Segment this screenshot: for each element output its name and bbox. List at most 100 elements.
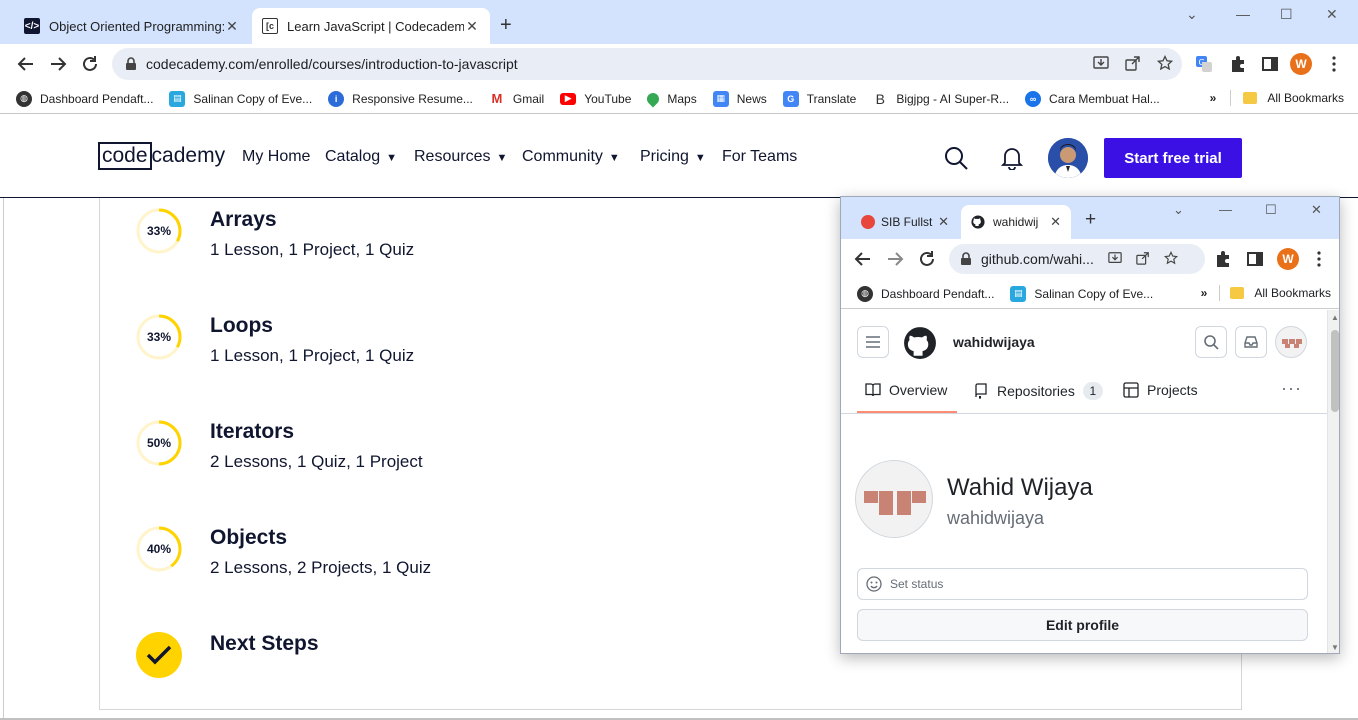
minimize-button[interactable]: — — [1219, 202, 1232, 217]
start-free-trial-button[interactable]: Start free trial — [1104, 138, 1242, 178]
scrollbar-thumb[interactable] — [1331, 330, 1339, 412]
bookmark-dashboard[interactable]: ◍ Dashboard Pendaft... — [857, 285, 994, 302]
bookmark-gmail[interactable]: M Gmail — [488, 90, 544, 107]
module-arrays[interactable]: 33% Arrays 1 Lesson, 1 Project, 1 Quiz — [136, 208, 836, 288]
nav-my-home[interactable]: My Home — [242, 148, 310, 166]
forward-button[interactable] — [46, 52, 70, 76]
inbox-button[interactable] — [1235, 326, 1267, 358]
new-tab-button[interactable]: + — [1085, 209, 1096, 231]
bookmark-dashboard[interactable]: ◍ Dashboard Pendaft... — [16, 90, 153, 107]
bookmark-cara-membuat[interactable]: ∞ Cara Membuat Hal... — [1025, 90, 1160, 107]
tab-sib-fullstack[interactable]: SIB Fullst ✕ — [851, 205, 959, 239]
bookmark-star-icon[interactable] — [1156, 54, 1174, 72]
extensions-puzzle-icon[interactable] — [1228, 54, 1248, 74]
main-tab-strip: </> Object Oriented Programming: C ✕ [c … — [0, 0, 1358, 44]
module-title[interactable]: Objects — [210, 526, 287, 550]
module-loops[interactable]: 33% Loops 1 Lesson, 1 Project, 1 Quiz — [136, 314, 836, 394]
hamburger-menu-button[interactable] — [857, 326, 889, 358]
nav-for-teams[interactable]: For Teams — [722, 148, 797, 166]
address-bar[interactable]: codecademy.com/enrolled/courses/introduc… — [112, 48, 1182, 80]
module-title[interactable]: Loops — [210, 314, 273, 338]
scroll-down-arrow-icon[interactable]: ▼ — [1331, 643, 1339, 652]
share-icon[interactable] — [1124, 54, 1142, 72]
tab-search-chevron-icon[interactable]: ⌄ — [1186, 6, 1198, 23]
tab-github-wahidwijaya[interactable]: wahidwij ✕ — [961, 205, 1071, 239]
more-bookmarks-chevron-icon[interactable]: » — [1201, 286, 1208, 300]
all-bookmarks-button[interactable]: All Bookmarks — [1267, 91, 1344, 105]
bookmark-bigjpg[interactable]: B Bigjpg - AI Super-R... — [872, 90, 1010, 107]
bookmark-salinan[interactable]: ▤ Salinan Copy of Eve... — [169, 90, 312, 107]
nav-resources[interactable]: Resources ▼ — [414, 148, 507, 166]
edit-profile-button[interactable]: Edit profile — [857, 609, 1308, 641]
close-tab-icon[interactable]: ✕ — [938, 214, 949, 230]
tab-projects[interactable]: Projects — [1123, 382, 1198, 398]
chrome-menu-icon[interactable] — [1324, 54, 1344, 74]
address-bar[interactable]: github.com/wahi... — [949, 244, 1205, 274]
bookmark-youtube[interactable]: ▶ YouTube — [560, 92, 631, 106]
new-tab-button[interactable]: + — [500, 14, 512, 37]
maximize-button[interactable]: ☐ — [1265, 202, 1277, 218]
tab-learn-javascript[interactable]: [c Learn JavaScript | Codecademy ✕ — [252, 8, 490, 44]
close-tab-icon[interactable]: ✕ — [464, 18, 480, 35]
nav-community[interactable]: Community ▼ — [522, 148, 620, 166]
module-title[interactable]: Arrays — [210, 208, 277, 232]
share-icon[interactable] — [1136, 251, 1150, 268]
tab-repositories[interactable]: Repositories 1 — [973, 382, 1103, 400]
module-title[interactable]: Iterators — [210, 420, 294, 444]
install-app-icon[interactable] — [1092, 54, 1110, 72]
popup-toolbar: github.com/wahi... W — [841, 239, 1339, 279]
codecademy-logo[interactable]: code cademy — [98, 142, 225, 170]
header-username[interactable]: wahidwijaya — [953, 334, 1035, 350]
nav-catalog[interactable]: Catalog ▼ — [325, 148, 397, 166]
install-app-icon[interactable] — [1108, 251, 1122, 268]
vertical-scrollbar[interactable]: ▲ ▼ — [1327, 310, 1339, 653]
close-tab-icon[interactable]: ✕ — [1050, 214, 1061, 230]
maximize-button[interactable]: ☐ — [1280, 6, 1293, 23]
tab-search-chevron-icon[interactable]: ⌄ — [1173, 202, 1184, 218]
more-tabs-icon[interactable]: ··· — [1281, 378, 1302, 399]
bookmark-resume[interactable]: i Responsive Resume... — [328, 90, 473, 107]
profile-avatar[interactable]: W — [1290, 53, 1312, 75]
bookmark-salinan[interactable]: ▤ Salinan Copy of Eve... — [1010, 285, 1153, 302]
side-panel-icon[interactable] — [1245, 249, 1265, 269]
back-button[interactable] — [851, 247, 875, 271]
tab-object-oriented-programming[interactable]: </> Object Oriented Programming: C ✕ — [14, 8, 250, 44]
module-iterators[interactable]: 50% Iterators 2 Lessons, 1 Quiz, 1 Proje… — [136, 420, 836, 500]
github-logo-icon[interactable] — [903, 326, 937, 360]
search-icon[interactable] — [944, 146, 968, 170]
caret-down-icon: ▼ — [496, 152, 508, 164]
all-bookmarks-button[interactable]: All Bookmarks — [1254, 286, 1331, 300]
side-panel-icon[interactable] — [1260, 54, 1280, 74]
nav-pricing[interactable]: Pricing ▼ — [640, 148, 706, 166]
close-window-button[interactable]: ✕ — [1326, 6, 1338, 23]
profile-identicon-avatar[interactable] — [855, 460, 933, 538]
search-button[interactable] — [1195, 326, 1227, 358]
bookmark-maps[interactable]: Maps — [644, 90, 697, 107]
google-translate-extension-icon[interactable]: G — [1194, 54, 1214, 74]
module-title[interactable]: Next Steps — [210, 632, 319, 656]
module-next-steps[interactable]: Next Steps — [136, 632, 836, 712]
notification-bell-icon[interactable] — [1001, 146, 1023, 170]
forward-button[interactable] — [883, 247, 907, 271]
minimize-button[interactable]: — — [1236, 6, 1250, 22]
more-bookmarks-chevron-icon[interactable]: » — [1210, 91, 1217, 105]
bookmark-translate[interactable]: G Translate — [782, 90, 856, 107]
bookmark-news[interactable]: ▦ News — [712, 90, 767, 107]
bookmark-star-icon[interactable] — [1163, 250, 1178, 268]
popup-tab-strip: SIB Fullst ✕ wahidwij ✕ + ⌄ — ☐ ✕ — [841, 197, 1339, 239]
module-objects[interactable]: 40% Objects 2 Lessons, 2 Projects, 1 Qui… — [136, 526, 836, 606]
back-button[interactable] — [14, 52, 38, 76]
reload-button[interactable] — [78, 52, 102, 76]
extensions-puzzle-icon[interactable] — [1213, 249, 1233, 269]
user-avatar[interactable] — [1048, 138, 1088, 178]
tab-overview[interactable]: Overview — [865, 382, 947, 398]
chrome-menu-icon[interactable] — [1309, 249, 1329, 269]
user-identicon-avatar[interactable] — [1275, 326, 1307, 358]
bookmark-label: Bigjpg - AI Super-R... — [896, 91, 1010, 106]
scroll-up-arrow-icon[interactable]: ▲ — [1331, 313, 1339, 322]
close-window-button[interactable]: ✕ — [1311, 202, 1322, 218]
profile-avatar[interactable]: W — [1277, 248, 1299, 270]
close-tab-icon[interactable]: ✕ — [224, 18, 240, 35]
reload-button[interactable] — [915, 247, 939, 271]
set-status-button[interactable]: Set status — [857, 568, 1308, 600]
